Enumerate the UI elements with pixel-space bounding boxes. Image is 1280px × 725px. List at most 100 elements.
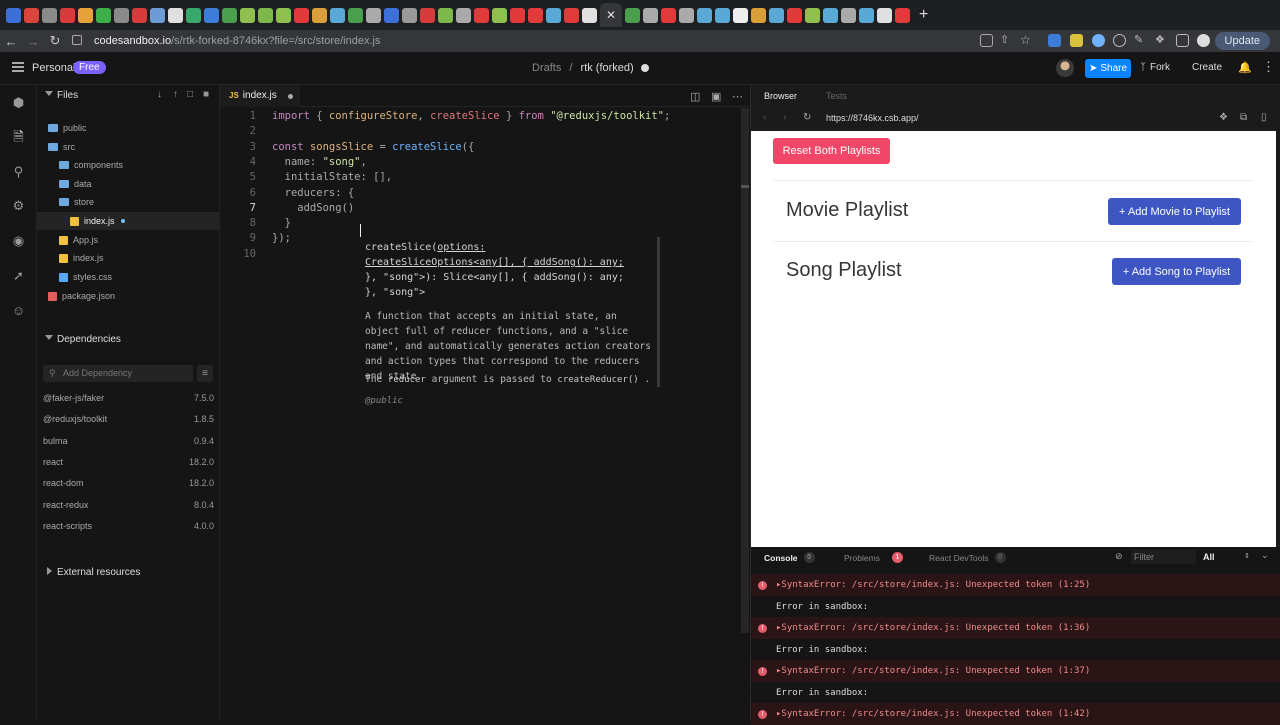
live-users-icon[interactable]: ☺ [11, 303, 26, 318]
dependency-item[interactable]: react-redux 8.0.4 [43, 496, 214, 514]
browser-tab-favicon-icon[interactable] [78, 7, 93, 23]
clear-console-icon[interactable]: ⊘ [1115, 551, 1123, 562]
sandbox-title[interactable]: rtk (forked) [581, 62, 634, 74]
browser-tab-favicon-icon[interactable] [168, 7, 183, 23]
console-error-row[interactable]: ! ▸ SyntaxError: /src/store/index.js: Une… [751, 617, 1280, 639]
fork-button[interactable]: ᛉ Fork [1140, 62, 1170, 73]
browser-tab-favicon-icon[interactable] [492, 7, 507, 23]
update-button[interactable]: Update [1214, 32, 1270, 50]
workspace-name[interactable]: Personal [32, 62, 75, 74]
tab-tests[interactable]: Tests [826, 91, 847, 101]
browser-tab-favicon-icon[interactable] [474, 7, 489, 23]
browser-tab-favicon-icon[interactable] [841, 7, 856, 23]
file-tree-item[interactable]: data [37, 175, 220, 193]
inspect-icon[interactable]: ❖ [1219, 112, 1228, 123]
dependencies-header[interactable]: Dependencies [37, 329, 220, 349]
browser-tab-favicon-icon[interactable] [348, 7, 363, 23]
browser-tab-favicon-icon[interactable] [402, 7, 417, 23]
settings-icon[interactable]: ⚙ [11, 198, 26, 213]
browser-tab-favicon-icon[interactable] [625, 7, 640, 23]
chevron-updown-icon[interactable]: ⇕ [1244, 552, 1250, 560]
chevron-down-icon[interactable]: ⌄ [1261, 550, 1269, 561]
file-tree-item[interactable]: App.js [37, 231, 220, 249]
deploy-icon[interactable]: ➚ [11, 268, 26, 283]
browser-tab-favicon-icon[interactable] [697, 7, 712, 23]
file-tree-item[interactable]: components [37, 156, 220, 174]
browser-tab-favicon-icon[interactable] [643, 7, 658, 23]
browser-tab-favicon-icon[interactable] [582, 7, 597, 23]
browser-tab-favicon-icon[interactable] [330, 7, 345, 23]
menu-icon[interactable] [12, 62, 24, 72]
add-song-button[interactable]: + Add Song to Playlist [1112, 258, 1241, 285]
reset-playlists-button[interactable]: Reset Both Playlists [773, 138, 890, 164]
filter-input[interactable]: Filter [1131, 550, 1196, 564]
browser-tab-favicon-icon[interactable] [132, 7, 147, 23]
browser-tab-favicon-icon[interactable] [276, 7, 291, 23]
bell-icon[interactable]: 🔔 [1238, 61, 1252, 74]
browser-tab-favicon-icon[interactable] [258, 7, 273, 23]
share-page-icon[interactable]: ⇧ [1000, 34, 1013, 47]
file-tree-item[interactable]: package.json [37, 287, 220, 305]
browser-tab-favicon-icon[interactable] [564, 7, 579, 23]
browser-tab-favicon-icon[interactable] [456, 7, 471, 23]
browser-tab-favicon-icon[interactable] [823, 7, 838, 23]
profile-icon[interactable] [1197, 34, 1210, 47]
site-info-icon[interactable] [72, 35, 82, 45]
browser-tab-favicon-icon[interactable] [384, 7, 399, 23]
browser-tab-favicon-icon[interactable] [661, 7, 676, 23]
create-button[interactable]: Create [1192, 62, 1222, 73]
browser-tab-favicon-icon[interactable] [895, 7, 910, 23]
file-tree-item[interactable]: public [37, 119, 220, 137]
browser-tab-favicon-icon[interactable] [546, 7, 561, 23]
more-icon[interactable]: ⋮ [1262, 59, 1275, 75]
share-button[interactable]: ➤ Share [1085, 59, 1131, 78]
search-icon[interactable]: ⚲ [11, 164, 26, 179]
code-area[interactable]: 1 2 3 4 5 6 7 8 9 10 import { configureStore, cre… [220, 107, 750, 720]
browser-tab-favicon-icon[interactable] [366, 7, 381, 23]
new-tab-icon[interactable]: + [919, 6, 928, 24]
new-file-icon[interactable]: □ [187, 89, 193, 100]
dependency-item[interactable]: react-dom 18.2.0 [43, 474, 214, 492]
upload-icon[interactable]: ↑ [173, 89, 178, 100]
extension-icon[interactable] [1048, 34, 1061, 47]
breadcrumb-drafts[interactable]: Drafts [532, 62, 561, 74]
file-tree-item[interactable]: src [37, 138, 220, 156]
file-tree-item[interactable]: index.js [37, 212, 220, 230]
back-icon[interactable]: ← [0, 34, 22, 49]
dependency-item[interactable]: @reduxjs/toolkit 1.8.5 [43, 410, 214, 428]
browser-tab-favicon-icon[interactable] [204, 7, 219, 23]
more-icon[interactable]: ⋯ [732, 90, 743, 103]
browser-tab-favicon-icon[interactable] [715, 7, 730, 23]
browser-tab-favicon-icon[interactable] [114, 7, 129, 23]
file-tree-item[interactable]: store [37, 193, 220, 211]
new-folder-icon[interactable]: ■ [203, 89, 209, 100]
pen-icon[interactable]: ✎ [1134, 34, 1147, 47]
preview-url[interactable]: https://8746kx.csb.app/ [826, 113, 919, 123]
browser-tab-favicon-icon[interactable] [42, 7, 57, 23]
reload-icon[interactable]: ↻ [803, 112, 811, 123]
reload-icon[interactable]: ↻ [44, 33, 66, 49]
browser-tab-favicon-icon[interactable] [312, 7, 327, 23]
github-icon[interactable]: ◉ [11, 233, 26, 248]
tab-react-devtools[interactable]: React DevTools 0 [929, 552, 1006, 563]
dependency-list-icon[interactable]: ≡ [197, 365, 213, 382]
browser-tab-favicon-icon[interactable] [240, 7, 255, 23]
browser-tab-favicon-icon[interactable] [679, 7, 694, 23]
browser-tab-favicon-icon[interactable] [96, 7, 111, 23]
browser-tab-favicon-icon[interactable] [60, 7, 75, 23]
add-dependency-input[interactable]: ⚲ Add Dependency [43, 365, 193, 382]
browser-tab-favicon-icon[interactable] [528, 7, 543, 23]
extension-icon[interactable] [1113, 34, 1126, 47]
browser-tab-favicon-icon[interactable] [805, 7, 820, 23]
file-tree-item[interactable]: styles.css [37, 268, 220, 286]
browser-tab-favicon-icon[interactable] [787, 7, 802, 23]
browser-tab-favicon-icon[interactable] [769, 7, 784, 23]
puzzle-icon[interactable]: ❖ [1155, 34, 1168, 47]
log-level-select[interactable]: All [1203, 552, 1215, 562]
extension-icon[interactable] [1070, 34, 1083, 47]
browser-tab-favicon-icon[interactable] [751, 7, 766, 23]
external-resources-header[interactable]: External resources [37, 562, 220, 580]
dependency-item[interactable]: @faker-js/faker 7.5.0 [43, 389, 214, 407]
console-error-row[interactable]: ! ▸ SyntaxError: /src/store/index.js: Une… [751, 660, 1280, 682]
browser-tab-favicon-icon[interactable] [24, 7, 39, 23]
